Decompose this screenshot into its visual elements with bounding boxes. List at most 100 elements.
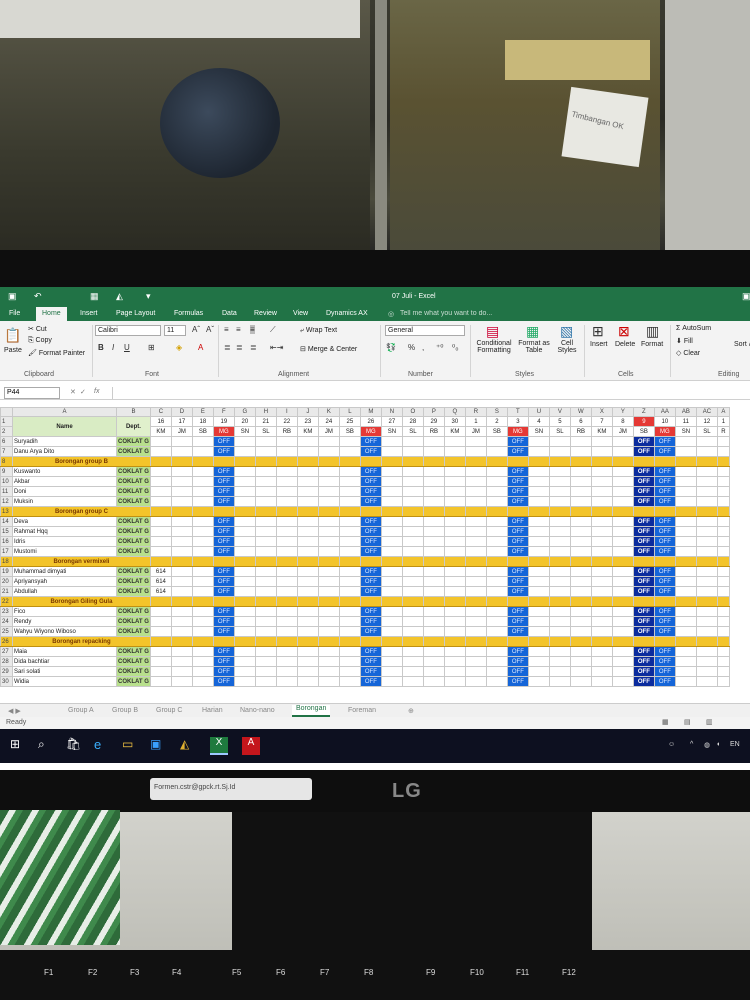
windows-start-icon[interactable]: ⊞ bbox=[10, 737, 28, 755]
grow-font-icon[interactable]: Aˆ bbox=[192, 325, 200, 334]
schedule-cell[interactable] bbox=[527, 676, 550, 687]
format-table-icon[interactable]: ▦ bbox=[526, 323, 539, 340]
schedule-cell[interactable] bbox=[611, 606, 634, 617]
cell-styles-button[interactable]: Cell Styles bbox=[554, 340, 580, 354]
group-cell[interactable] bbox=[401, 636, 424, 647]
schedule-cell[interactable] bbox=[317, 466, 340, 477]
group-cell[interactable] bbox=[170, 556, 193, 567]
code-cell[interactable] bbox=[149, 536, 172, 547]
schedule-cell[interactable] bbox=[611, 586, 634, 597]
schedule-cell[interactable]: OFF bbox=[632, 626, 655, 637]
row-header[interactable]: 11 bbox=[0, 486, 13, 497]
schedule-cell[interactable] bbox=[569, 496, 592, 507]
format-as-table-button[interactable]: Format as Table bbox=[516, 340, 552, 354]
employee-name[interactable]: Rendy bbox=[12, 616, 117, 627]
schedule-cell[interactable] bbox=[191, 616, 214, 627]
schedule-cell[interactable] bbox=[716, 516, 730, 527]
schedule-cell[interactable] bbox=[611, 516, 634, 527]
schedule-cell[interactable] bbox=[233, 486, 256, 497]
schedule-cell[interactable] bbox=[485, 676, 508, 687]
group-cell[interactable] bbox=[548, 456, 571, 467]
group-cell[interactable] bbox=[590, 636, 613, 647]
header-cell[interactable]: 16 bbox=[149, 416, 172, 427]
schedule-cell[interactable] bbox=[422, 476, 445, 487]
schedule-cell[interactable] bbox=[401, 526, 424, 537]
sheet-tab-group-c[interactable]: Group C bbox=[156, 707, 182, 714]
schedule-cell[interactable] bbox=[590, 526, 613, 537]
schedule-cell[interactable] bbox=[443, 666, 466, 677]
schedule-cell[interactable] bbox=[380, 536, 403, 547]
schedule-cell[interactable]: OFF bbox=[653, 536, 676, 547]
schedule-cell[interactable]: OFF bbox=[653, 616, 676, 627]
header-cell[interactable]: SN bbox=[380, 426, 403, 437]
schedule-cell[interactable] bbox=[590, 666, 613, 677]
employee-name[interactable]: Suryadih bbox=[12, 436, 117, 447]
schedule-cell[interactable] bbox=[422, 536, 445, 547]
group-cell[interactable] bbox=[632, 456, 655, 467]
group-cell[interactable] bbox=[716, 596, 730, 607]
schedule-cell[interactable] bbox=[548, 616, 571, 627]
schedule-cell[interactable]: OFF bbox=[653, 566, 676, 577]
schedule-cell[interactable]: OFF bbox=[632, 466, 655, 477]
row-header[interactable]: 20 bbox=[0, 576, 13, 587]
schedule-cell[interactable] bbox=[527, 496, 550, 507]
schedule-cell[interactable] bbox=[401, 586, 424, 597]
group-cell[interactable] bbox=[212, 506, 235, 517]
header-cell[interactable]: 6 bbox=[569, 416, 592, 427]
schedule-cell[interactable] bbox=[233, 666, 256, 677]
schedule-cell[interactable] bbox=[338, 666, 361, 677]
schedule-cell[interactable] bbox=[380, 486, 403, 497]
column-header[interactable]: T bbox=[506, 407, 529, 417]
group-cell[interactable] bbox=[674, 596, 697, 607]
schedule-cell[interactable]: OFF bbox=[632, 486, 655, 497]
schedule-cell[interactable] bbox=[527, 486, 550, 497]
schedule-cell[interactable] bbox=[716, 476, 730, 487]
schedule-cell[interactable] bbox=[674, 656, 697, 667]
delete-cells-icon[interactable]: ⊠ bbox=[618, 323, 630, 340]
group-cell[interactable] bbox=[611, 506, 634, 517]
number-format-select[interactable]: General bbox=[385, 325, 465, 336]
schedule-cell[interactable] bbox=[590, 656, 613, 667]
schedule-cell[interactable] bbox=[317, 576, 340, 587]
schedule-cell[interactable] bbox=[296, 466, 319, 477]
header-cell[interactable]: SL bbox=[695, 426, 718, 437]
row-header[interactable]: 15 bbox=[0, 526, 13, 537]
new-sheet-icon[interactable]: ⊕ bbox=[408, 707, 414, 715]
schedule-cell[interactable] bbox=[695, 676, 718, 687]
employee-name[interactable]: Sari solati bbox=[12, 666, 117, 677]
row-header[interactable]: 25 bbox=[0, 626, 13, 637]
schedule-cell[interactable] bbox=[275, 576, 298, 587]
tab-view[interactable]: View bbox=[293, 310, 308, 317]
save-icon[interactable]: ▣ bbox=[8, 291, 17, 302]
code-cell[interactable] bbox=[149, 446, 172, 457]
group-cell[interactable] bbox=[149, 556, 172, 567]
group-cell[interactable] bbox=[296, 456, 319, 467]
code-cell[interactable] bbox=[149, 606, 172, 617]
wrap-text-button[interactable]: ⤶ Wrap Text bbox=[300, 327, 337, 335]
row-header[interactable]: 7 bbox=[0, 446, 13, 457]
group-cell[interactable] bbox=[506, 596, 529, 607]
schedule-cell[interactable] bbox=[716, 446, 730, 457]
dept-cell[interactable]: COKLAT G bbox=[116, 496, 151, 507]
column-header[interactable]: A bbox=[716, 407, 730, 417]
header-cell[interactable]: KM bbox=[443, 426, 466, 437]
group-cell[interactable] bbox=[611, 556, 634, 567]
language-indicator[interactable]: EN bbox=[730, 741, 740, 748]
format-painter-button[interactable]: 🖌 Format Painter bbox=[28, 349, 85, 357]
group-label[interactable]: Borongan Giling Gula bbox=[12, 596, 151, 607]
schedule-cell[interactable] bbox=[464, 466, 487, 477]
group-cell[interactable] bbox=[485, 506, 508, 517]
header-cell[interactable]: 3 bbox=[506, 416, 529, 427]
ribbon-options-icon[interactable]: ▣ bbox=[742, 291, 750, 302]
schedule-cell[interactable] bbox=[674, 476, 697, 487]
row-header[interactable]: 18 bbox=[0, 556, 13, 567]
schedule-cell[interactable] bbox=[443, 566, 466, 577]
header-cell[interactable]: 20 bbox=[233, 416, 256, 427]
page-layout-view-icon[interactable]: ▤ bbox=[684, 718, 691, 726]
schedule-cell[interactable] bbox=[254, 676, 277, 687]
row-header[interactable]: 2 bbox=[0, 426, 13, 437]
row-header[interactable]: 30 bbox=[0, 676, 13, 687]
schedule-cell[interactable] bbox=[191, 516, 214, 527]
schedule-cell[interactable] bbox=[275, 436, 298, 447]
schedule-cell[interactable] bbox=[191, 606, 214, 617]
